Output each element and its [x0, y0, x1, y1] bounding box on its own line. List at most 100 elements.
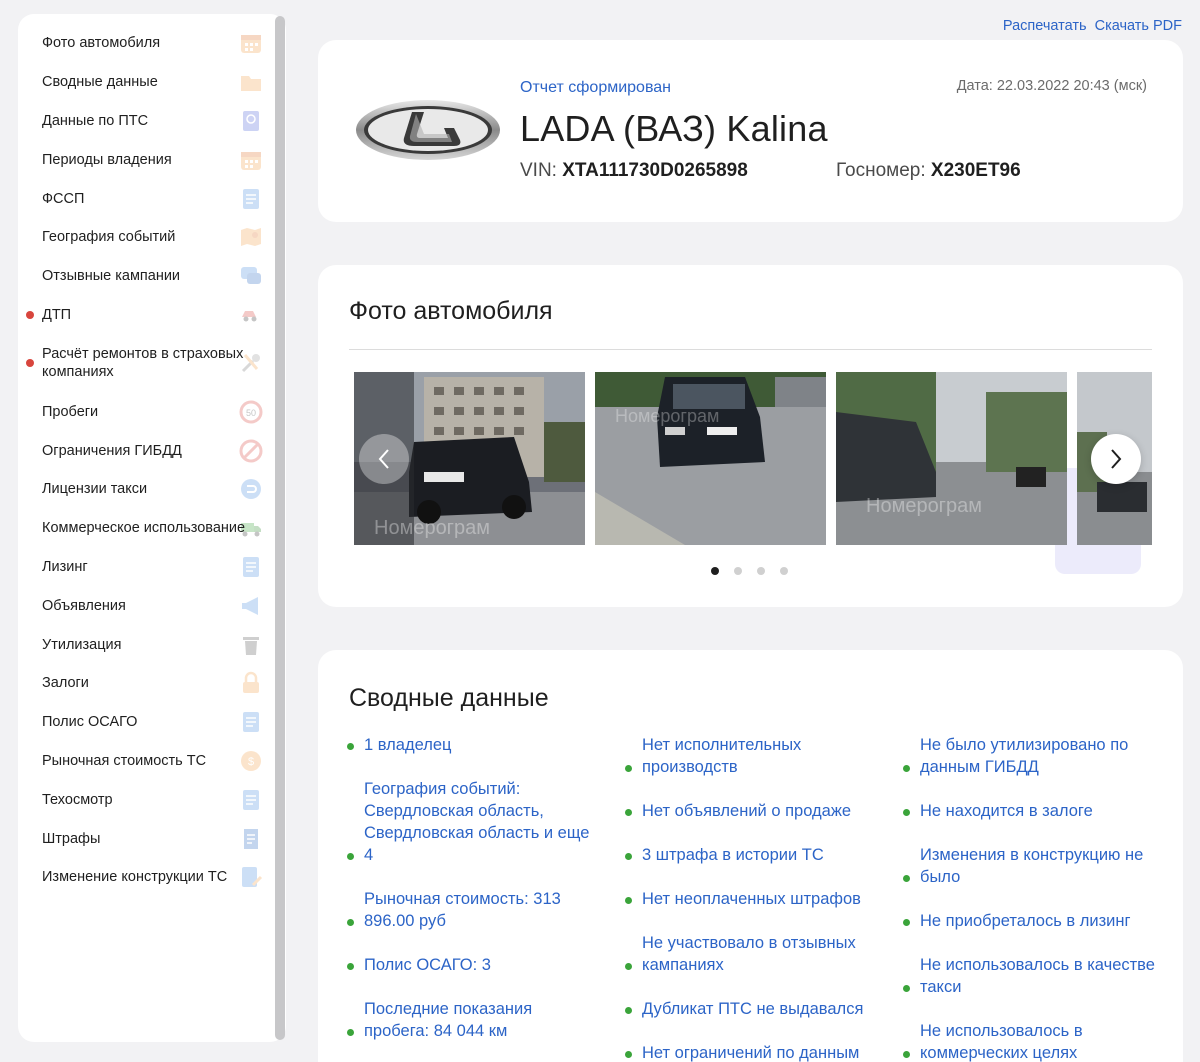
sidebar-item-label: Изменение конструкции ТС — [42, 869, 228, 886]
summary-item[interactable]: География событий: Свердловская область,… — [347, 778, 598, 866]
sidebar: Фото автомобиля Сводные данные Данные по П… — [18, 14, 286, 1042]
sidebar-item-label: ФССП — [42, 190, 85, 207]
watermark-text: Номерограм — [615, 406, 719, 426]
sidebar-item-label: Утилизация — [42, 636, 122, 653]
sidebar-item[interactable]: Изменение конструкции ТС — [18, 858, 286, 897]
sidebar-item-label: Сводные данные — [42, 74, 158, 91]
calendar-icon — [238, 147, 264, 173]
photos-card: Фото автомобиля Номерограм Номерограм Но… — [318, 265, 1183, 607]
svg-text:$: $ — [248, 756, 254, 768]
vin-label: VIN: — [520, 160, 557, 181]
passport-icon — [238, 108, 264, 134]
sidebar-item[interactable]: Пробеги 50 — [18, 392, 286, 431]
document-icon — [238, 554, 264, 580]
summary-item[interactable]: Полис ОСАГО: 3 — [347, 954, 598, 976]
summary-item[interactable]: Нет неоплаченных штрафов — [625, 888, 876, 910]
sidebar-item-label: Отзывные кампании — [42, 268, 181, 285]
prohibited-icon — [238, 438, 264, 464]
document-icon — [238, 787, 264, 813]
sidebar-item[interactable]: Объявления — [18, 586, 286, 625]
document-icon — [238, 709, 264, 735]
lada-logo — [354, 98, 502, 162]
summary-item[interactable]: Дубликат ПТС не выдавался — [625, 998, 876, 1020]
summary-item[interactable]: Не участвовало в отзывных кампаниях — [625, 932, 876, 976]
sidebar-item[interactable]: Утилизация — [18, 625, 286, 664]
gallery-next-button[interactable] — [1091, 434, 1141, 484]
sidebar-item[interactable]: Сводные данные — [18, 63, 286, 102]
sidebar-item[interactable]: Полис ОСАГО — [18, 703, 286, 742]
sidebar-item-label: Ограничения ГИБДД — [42, 442, 182, 459]
top-links: Распечатать Скачать PDF — [999, 18, 1182, 34]
sidebar-item-label: Пробеги — [42, 403, 99, 420]
sidebar-item-label: Коммерческое использование — [42, 520, 246, 537]
photo-gallery[interactable]: Номерограм Номерограм Номерограм — [354, 372, 1152, 545]
sidebar-item[interactable]: Лицензии такси — [18, 470, 286, 509]
sidebar-item-label: Полис ОСАГО — [42, 714, 138, 731]
sidebar-item[interactable]: Расчёт ремонтов в страховых компаниях — [18, 334, 286, 392]
summary-item[interactable]: Рыночная стоимость: 313 896.00 руб — [347, 888, 598, 932]
gallery-pager — [711, 567, 788, 575]
pager-dot[interactable] — [780, 567, 788, 575]
chevron-left-icon — [378, 449, 389, 469]
summary-item[interactable]: Не было утилизировано по данным ГИБДД — [903, 734, 1166, 778]
sidebar-item[interactable]: ФССП — [18, 179, 286, 218]
print-link[interactable]: Распечатать — [1003, 18, 1087, 34]
sidebar-item[interactable]: Фото автомобиля — [18, 24, 286, 63]
sidebar-item[interactable]: Рыночная стоимость ТС $ — [18, 742, 286, 781]
sidebar-item[interactable]: ДТП — [18, 296, 286, 335]
summary-item[interactable]: Не приобреталось в лизинг — [903, 910, 1166, 932]
speed-sign-icon: 50 — [238, 399, 264, 425]
calendar-icon — [238, 30, 264, 56]
summary-item[interactable]: Последние показания пробега: 84 044 км — [347, 998, 598, 1042]
gallery-prev-button[interactable] — [359, 434, 409, 484]
megaphone-icon — [238, 593, 264, 619]
sidebar-item[interactable]: Данные по ПТС — [18, 102, 286, 141]
summary-item[interactable]: Нет исполнительных производств — [625, 734, 876, 778]
sidebar-item[interactable]: Периоды владения — [18, 140, 286, 179]
download-pdf-link[interactable]: Скачать PDF — [1095, 18, 1182, 34]
summary-item[interactable]: Не находится в залоге — [903, 800, 1166, 822]
pager-dot[interactable] — [734, 567, 742, 575]
sidebar-item-label: Залоги — [42, 675, 89, 692]
plate-value: X230ET96 — [930, 160, 1021, 181]
summary-item[interactable]: Нет объявлений о продаже — [625, 800, 876, 822]
plate-line: Госномер: X230ET96 — [836, 160, 1021, 182]
sidebar-item[interactable]: География событий — [18, 218, 286, 257]
report-status: Отчет сформирован — [520, 79, 671, 96]
car-photo-3[interactable]: Номерограм — [836, 372, 1067, 545]
sidebar-item[interactable]: Залоги — [18, 664, 286, 703]
chat-icon — [238, 263, 264, 289]
sidebar-scrollbar[interactable] — [275, 16, 285, 1040]
trash-icon — [238, 632, 264, 658]
sidebar-item-label: Штрафы — [42, 830, 101, 847]
lock-icon — [238, 670, 264, 696]
vin-line: VIN: XTA111730D0265898 — [520, 160, 748, 182]
plate-label: Госномер: — [836, 160, 926, 181]
summary-item[interactable]: Не использовалось в качестве такси — [903, 954, 1166, 998]
sidebar-item[interactable]: Коммерческое использование — [18, 509, 286, 548]
summary-item[interactable]: Не использовалось в коммерческих целях — [903, 1020, 1166, 1062]
summary-item[interactable]: 3 штрафа в истории ТС — [625, 844, 876, 866]
sidebar-item-label: Техосмотр — [42, 791, 113, 808]
summary-item[interactable]: Изменения в конструкцию не было — [903, 844, 1166, 888]
receipt-icon — [238, 826, 264, 852]
sidebar-item[interactable]: Отзывные кампании — [18, 257, 286, 296]
divider — [349, 349, 1152, 350]
pager-dot[interactable] — [711, 567, 719, 575]
sidebar-item-label: Данные по ПТС — [42, 112, 149, 129]
report-header-card: Отчет сформирован Дата: 22.03.2022 20:43… — [318, 40, 1183, 222]
summary-item[interactable]: 1 владелец — [347, 734, 598, 756]
car-photo-2[interactable]: Номерограм — [595, 372, 826, 545]
sidebar-item[interactable]: Лизинг — [18, 548, 286, 587]
sidebar-item-label: Фото автомобиля — [42, 35, 161, 52]
sidebar-item[interactable]: Техосмотр — [18, 780, 286, 819]
alert-dot — [26, 359, 34, 368]
pager-dot[interactable] — [757, 567, 765, 575]
sidebar-item[interactable]: Штрафы — [18, 819, 286, 858]
watermark-text: Номерограм — [374, 517, 490, 539]
sidebar-item[interactable]: Ограничения ГИБДД — [18, 431, 286, 470]
sidebar-item-label: Объявления — [42, 597, 126, 614]
sidebar-item-label: Расчёт ремонтов в страховых компаниях — [42, 346, 244, 381]
summary-item[interactable]: Нет ограничений по данным — [625, 1042, 876, 1062]
sidebar-item-label: География событий — [42, 229, 176, 246]
